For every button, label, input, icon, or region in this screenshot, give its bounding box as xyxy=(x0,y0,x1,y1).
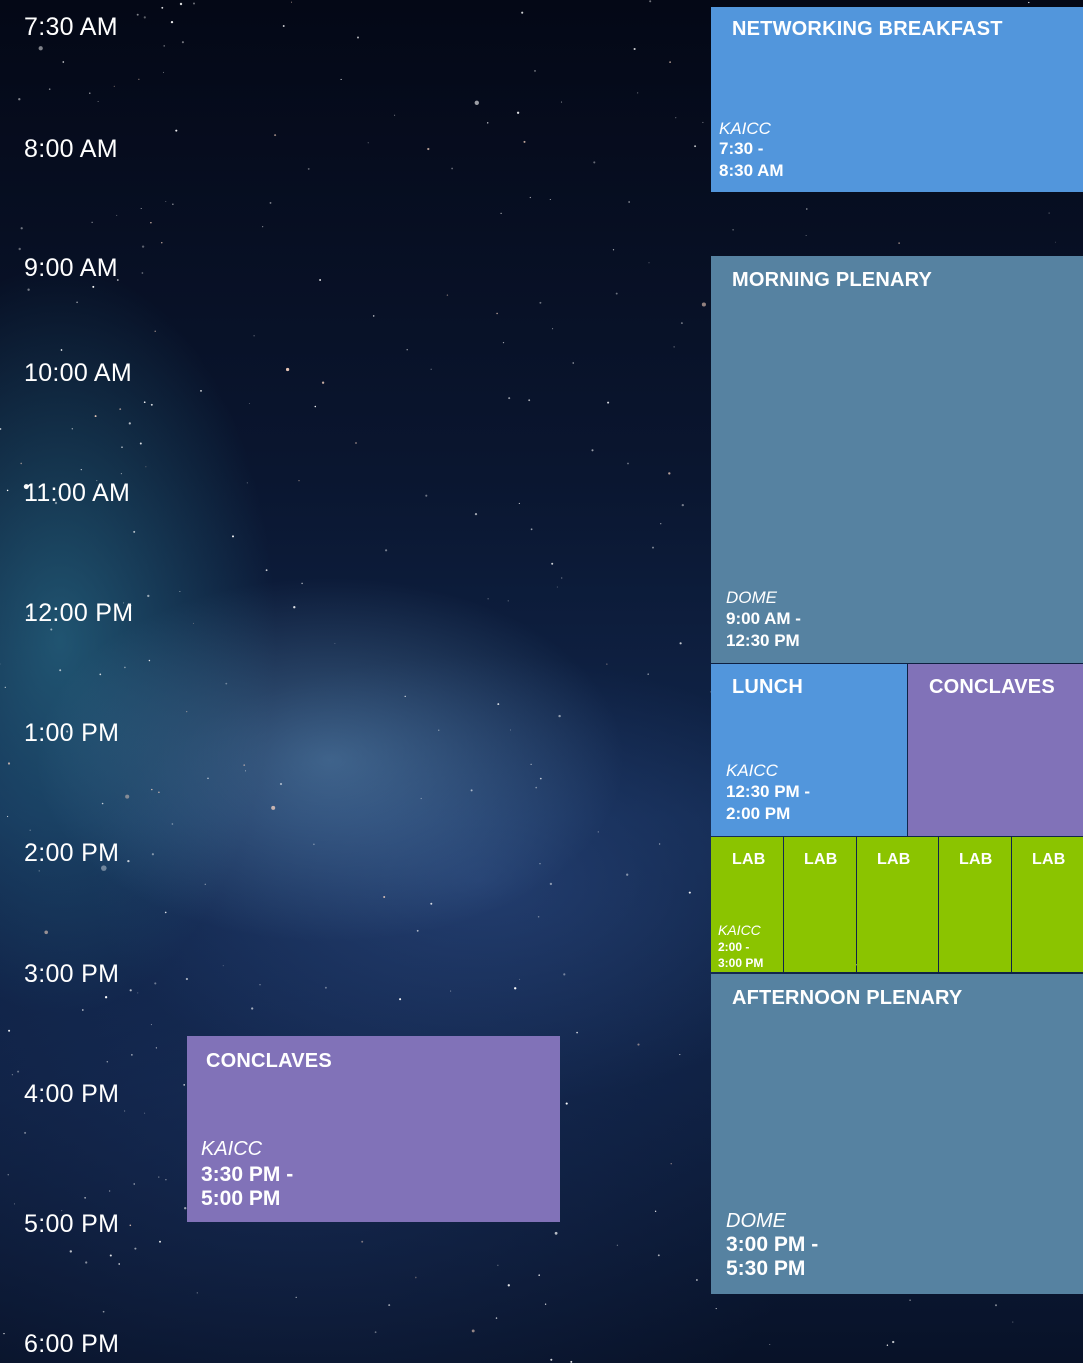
session-time-end: 2:00 PM xyxy=(726,804,791,823)
session-time: 7:30 - 8:30 AM xyxy=(719,138,784,182)
session-time-start: 3:00 PM - xyxy=(726,1233,819,1256)
time-label-730am: 7:30 AM xyxy=(24,13,118,41)
session-location: KAICC xyxy=(726,761,778,780)
session-time-start: 7:30 - xyxy=(719,139,764,158)
session-title: LAB xyxy=(804,851,838,868)
session-time-start: 3:30 PM - xyxy=(201,1163,294,1186)
session-lab-2[interactable]: LAB xyxy=(784,837,856,972)
session-afternoon-plenary[interactable]: AFTERNOON PLENARY DOME 3:00 PM - 5:30 PM xyxy=(711,974,1083,1294)
session-title: MORNING PLENARY xyxy=(732,269,933,291)
session-time-end: 3:00 PM xyxy=(718,956,764,970)
time-label-11am: 11:00 AM xyxy=(24,479,131,507)
session-location: KAICC xyxy=(201,1138,263,1160)
session-morning-plenary[interactable]: MORNING PLENARY DOME 9:00 AM - 12:30 PM xyxy=(711,256,1083,663)
time-label-2pm: 2:00 PM xyxy=(24,839,120,867)
session-title: CONCLAVES xyxy=(929,676,1055,698)
session-title: LAB xyxy=(877,851,911,868)
time-label-5pm: 5:00 PM xyxy=(24,1210,120,1238)
session-lunch[interactable]: LUNCH KAICC 12:30 PM - 2:00 PM xyxy=(711,664,907,836)
session-time: 12:30 PM - 2:00 PM xyxy=(726,781,810,825)
session-lab-5[interactable]: LAB xyxy=(1012,837,1083,972)
session-location: DOME xyxy=(726,1210,786,1232)
session-time-end: 5:30 PM xyxy=(726,1257,806,1280)
time-label-4pm: 4:00 PM xyxy=(24,1080,120,1108)
session-conclaves-right[interactable]: CONCLAVES xyxy=(908,664,1083,836)
session-time: 3:00 PM - 5:30 PM xyxy=(726,1233,818,1281)
session-time-end: 12:30 PM xyxy=(726,631,800,650)
session-location: KAICC xyxy=(718,922,761,938)
session-title: CONCLAVES xyxy=(206,1050,332,1072)
session-lab-1[interactable]: LAB KAICC 2:00 - 3:00 PM xyxy=(711,837,783,972)
time-label-12pm: 12:00 PM xyxy=(24,599,134,627)
session-networking-breakfast[interactable]: NETWORKING BREAKFAST KAICC 7:30 - 8:30 A… xyxy=(711,7,1083,192)
session-time-end: 8:30 AM xyxy=(719,161,784,180)
session-time: 3:30 PM - 5:00 PM xyxy=(201,1163,293,1211)
time-label-10am: 10:00 AM xyxy=(24,359,133,387)
session-time: 9:00 AM - 12:30 PM xyxy=(726,608,801,652)
session-lab-3[interactable]: LAB xyxy=(857,837,938,972)
session-location: DOME xyxy=(726,588,777,607)
session-lab-4[interactable]: LAB xyxy=(939,837,1011,972)
time-label-6pm: 6:00 PM xyxy=(24,1330,120,1358)
session-time: 2:00 - 3:00 PM xyxy=(718,939,763,971)
session-conclaves-left[interactable]: CONCLAVES KAICC 3:30 PM - 5:00 PM xyxy=(187,1036,560,1222)
time-label-9am: 9:00 AM xyxy=(24,254,118,282)
session-time-start: 12:30 PM - xyxy=(726,782,811,801)
session-time-end: 5:00 PM xyxy=(201,1187,281,1210)
time-label-1pm: 1:00 PM xyxy=(24,719,120,747)
session-time-start: 9:00 AM - xyxy=(726,609,801,628)
session-location: KAICC xyxy=(719,119,771,138)
session-title: LAB xyxy=(1032,851,1066,868)
time-label-8am: 8:00 AM xyxy=(24,135,118,163)
session-title: LAB xyxy=(732,851,766,868)
time-label-3pm: 3:00 PM xyxy=(24,960,120,988)
session-title: LUNCH xyxy=(732,676,803,698)
session-title: LAB xyxy=(959,851,993,868)
session-title: NETWORKING BREAKFAST xyxy=(732,18,1003,40)
session-title: AFTERNOON PLENARY xyxy=(732,987,963,1009)
session-time-start: 2:00 - xyxy=(718,940,750,954)
